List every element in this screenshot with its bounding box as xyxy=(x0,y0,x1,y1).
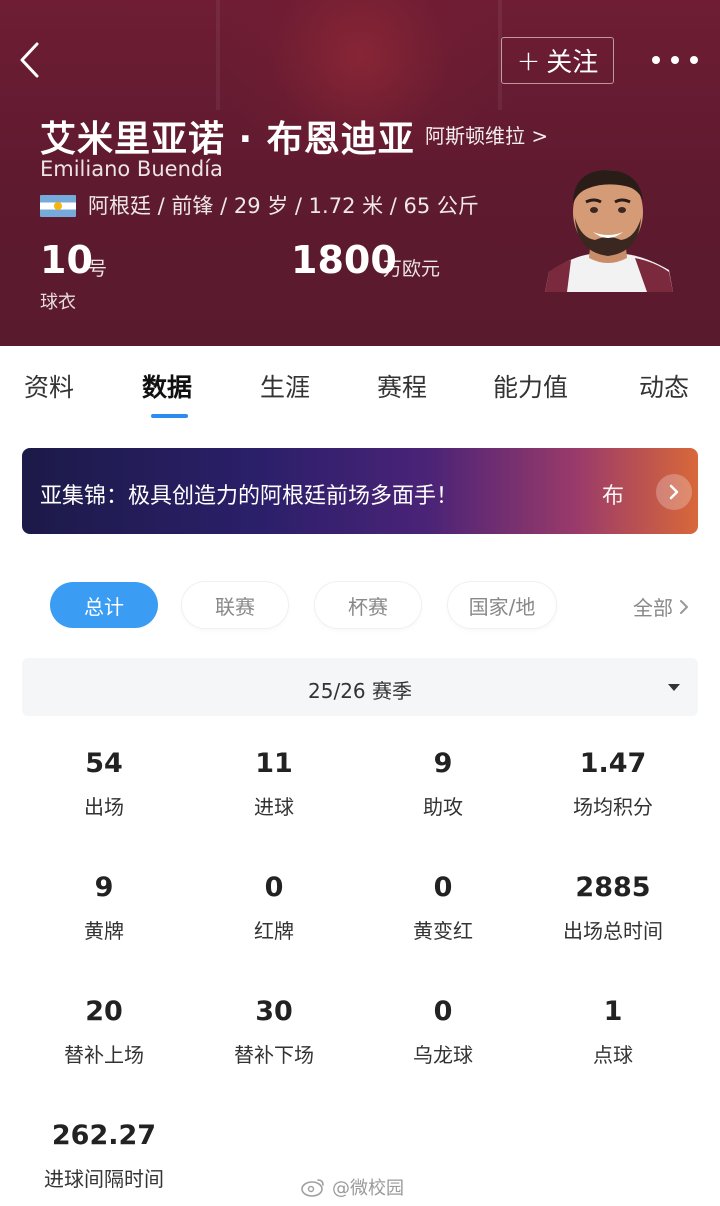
stat-red-cards: 0 红牌 xyxy=(189,872,359,944)
filter-chip-total[interactable]: 总计 xyxy=(50,582,158,628)
stat-label: 替补上场 xyxy=(64,1043,144,1067)
stat-own-goals: 0 乌龙球 xyxy=(358,996,528,1068)
stat-label: 助攻 xyxy=(423,795,463,819)
more-dot xyxy=(690,56,698,64)
tab-schedule[interactable]: 赛程 xyxy=(377,368,427,404)
stat-value: 0 xyxy=(264,872,284,903)
stat-value: 20 xyxy=(85,996,123,1027)
stat-sub-on: 20 替补上场 xyxy=(19,996,189,1068)
player-header: + 关注 艾米里亚诺 · 布恩迪亚 阿斯顿维拉 > Emiliano Buend… xyxy=(0,0,720,346)
back-button[interactable] xyxy=(14,40,44,80)
caret-down-icon xyxy=(668,684,680,691)
stat-value: 9 xyxy=(94,872,114,903)
follow-button[interactable]: + 关注 xyxy=(501,37,614,84)
stat-value: 0 xyxy=(433,872,453,903)
season-select[interactable]: 25/26 赛季 xyxy=(22,658,698,716)
tab-bar: 资料 数据 生涯 赛程 能力值 动态 xyxy=(0,346,720,426)
player-name-en: Emiliano Buendía xyxy=(40,157,223,181)
shirt-number: 10 xyxy=(40,238,93,282)
stat-minutes-per-goal: 262.27 进球间隔时间 xyxy=(19,1120,189,1192)
plus-icon: + xyxy=(516,43,541,77)
stat-assists: 9 助攻 xyxy=(358,748,528,820)
player-bio: 阿根廷 / 前锋 / 29 岁 / 1.72 米 / 65 公斤 xyxy=(88,194,479,218)
tab-news[interactable]: 动态 xyxy=(639,368,689,404)
season-label: 25/26 赛季 xyxy=(308,679,412,703)
banner-tail-text: 布 xyxy=(602,484,625,509)
stat-value: 2885 xyxy=(575,872,651,903)
shirt-label: 球衣 xyxy=(40,292,76,313)
stat-label: 进球间隔时间 xyxy=(44,1167,164,1191)
filter-all-button[interactable]: 全部 xyxy=(633,592,689,621)
filter-chip-cup[interactable]: 杯赛 xyxy=(315,582,421,628)
stat-value: 0 xyxy=(433,996,453,1027)
argentina-flag-icon xyxy=(40,195,76,217)
banner-text: 亚集锦：极具创造力的阿根廷前场多面手！ xyxy=(40,484,459,509)
active-tab-indicator xyxy=(151,414,188,418)
stat-value: 54 xyxy=(85,748,123,779)
stat-value: 30 xyxy=(255,996,293,1027)
stat-sub-off: 30 替补下场 xyxy=(189,996,359,1068)
tab-profile[interactable]: 资料 xyxy=(24,368,74,404)
stat-label: 黄变红 xyxy=(413,919,473,943)
stat-label: 出场 xyxy=(84,795,124,819)
stat-yellow-cards: 9 黄牌 xyxy=(19,872,189,944)
tab-ability[interactable]: 能力值 xyxy=(493,368,568,404)
banner-arrow-button[interactable] xyxy=(656,474,692,510)
chevron-left-icon xyxy=(20,42,39,78)
tab-stats[interactable]: 数据 xyxy=(142,368,192,404)
stat-points-per-game: 1.47 场均积分 xyxy=(528,748,698,820)
shirt-number-unit: 号 xyxy=(88,258,108,280)
stat-label: 出场总时间 xyxy=(563,919,663,943)
stat-label: 进球 xyxy=(254,795,294,819)
stat-second-yellow: 0 黄变红 xyxy=(358,872,528,944)
stat-minutes-played: 2885 出场总时间 xyxy=(528,872,698,944)
more-button[interactable] xyxy=(652,48,698,72)
stat-value: 9 xyxy=(433,748,453,779)
tab-career[interactable]: 生涯 xyxy=(260,368,310,404)
watermark-text: @微校园 xyxy=(332,1178,404,1199)
filter-chip-national[interactable]: 国家/地 xyxy=(448,582,556,628)
market-value-unit: 万欧元 xyxy=(383,258,441,280)
stat-value: 262.27 xyxy=(51,1120,157,1151)
market-value: 1800 xyxy=(291,238,397,282)
weibo-logo-icon xyxy=(301,1179,324,1197)
chevron-right-icon xyxy=(669,484,679,500)
stat-value: 1.47 xyxy=(579,748,647,779)
stat-label: 乌龙球 xyxy=(413,1043,473,1067)
club-link[interactable]: 阿斯顿维拉 > xyxy=(425,120,548,149)
more-dot xyxy=(652,56,660,64)
highlight-banner[interactable]: 亚集锦：极具创造力的阿根廷前场多面手！ 布 xyxy=(22,448,698,534)
stat-penalties: 1 点球 xyxy=(528,996,698,1068)
stat-value: 11 xyxy=(255,748,293,779)
stat-appearances: 54 出场 xyxy=(19,748,189,820)
filter-all-label: 全部 xyxy=(633,596,673,620)
player-avatar xyxy=(543,160,673,292)
filter-chip-league[interactable]: 联赛 xyxy=(182,582,288,628)
weibo-watermark: @微校园 xyxy=(300,1174,404,1200)
stat-label: 场均积分 xyxy=(573,795,653,819)
chevron-right-icon xyxy=(680,599,688,614)
stat-label: 替补下场 xyxy=(234,1043,314,1067)
stat-goals: 11 进球 xyxy=(189,748,359,820)
stat-value: 1 xyxy=(603,996,623,1027)
follow-label: 关注 xyxy=(546,48,599,78)
player-name-cn: 艾米里亚诺 · 布恩迪亚 xyxy=(40,119,415,160)
more-dot xyxy=(671,56,679,64)
stat-label: 点球 xyxy=(593,1043,633,1067)
stat-label: 红牌 xyxy=(254,919,294,943)
stat-label: 黄牌 xyxy=(84,919,124,943)
